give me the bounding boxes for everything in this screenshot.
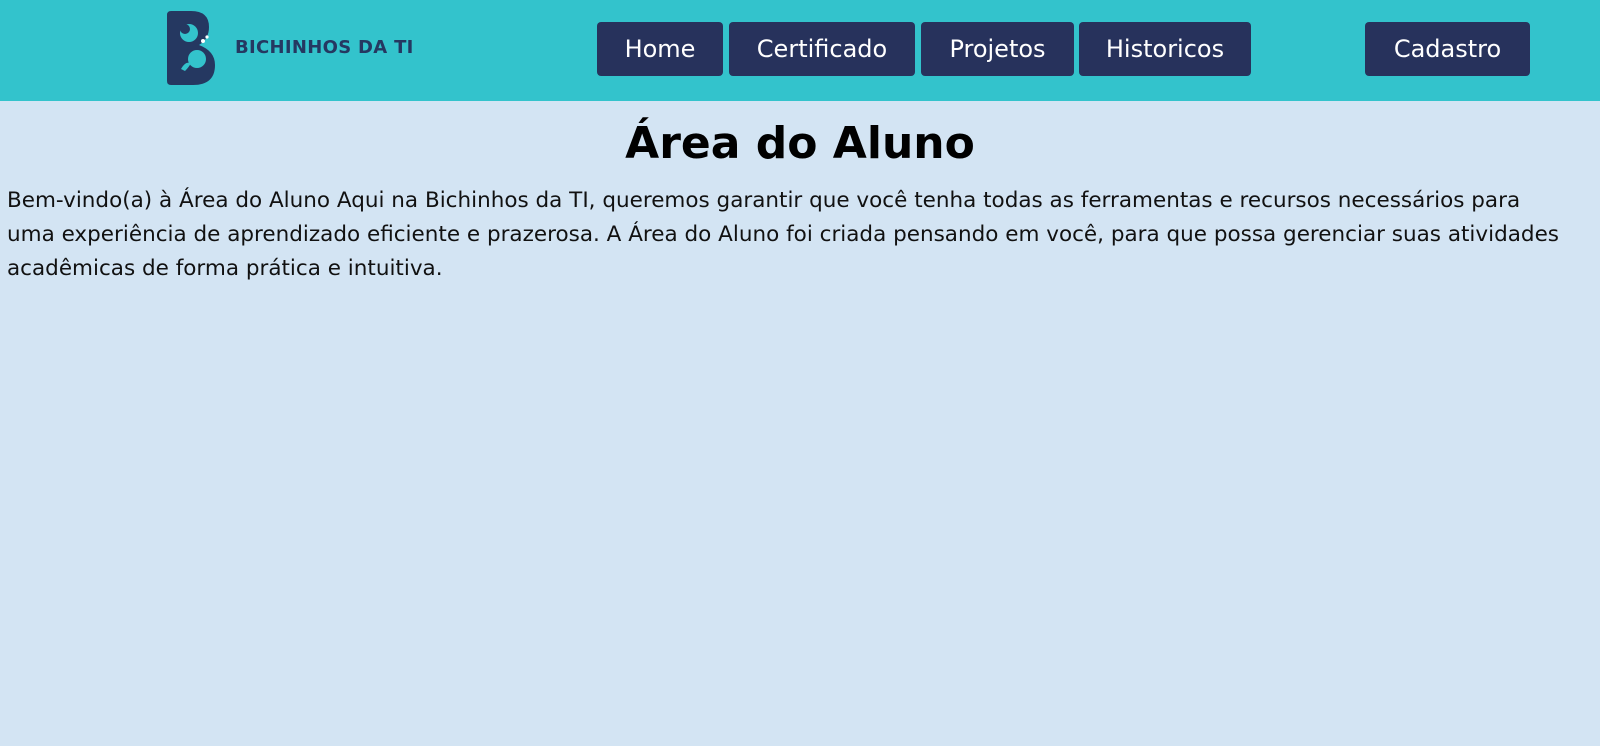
nav-projetos-button[interactable]: Projetos: [921, 22, 1074, 76]
brand-name: BICHINHOS DA TI: [235, 37, 414, 58]
page-title: Área do Aluno: [625, 118, 975, 169]
nav-cadastro-button[interactable]: Cadastro: [1365, 22, 1530, 76]
nav-historicos-button[interactable]: Historicos: [1079, 22, 1251, 76]
bichinhos-logo-icon: [167, 11, 215, 85]
nav-home-button[interactable]: Home: [597, 22, 723, 76]
site-header: BICHINHOS DA TI Home Certificado Projeto…: [0, 0, 1600, 101]
intro-paragraph: Bem-vindo(a) à Área do Aluno Aqui na Bic…: [7, 188, 1559, 281]
nav-certificado-button[interactable]: Certificado: [729, 22, 915, 76]
brand-logo[interactable]: BICHINHOS DA TI: [163, 11, 423, 85]
